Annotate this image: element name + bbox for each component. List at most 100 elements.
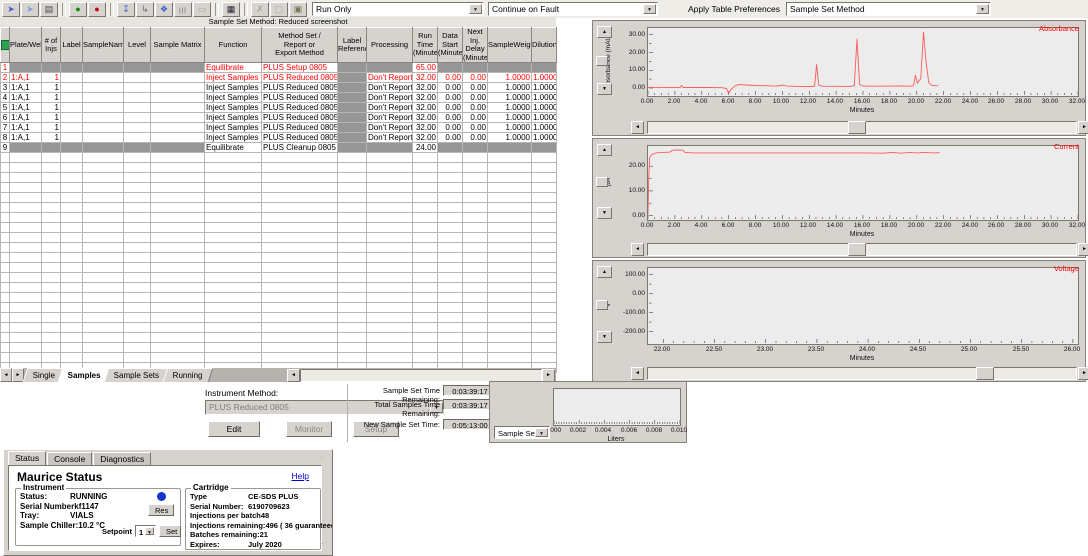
cell[interactable]: [531, 302, 557, 313]
row-number[interactable]: 2: [0, 72, 10, 83]
cell[interactable]: [60, 292, 83, 303]
cell[interactable]: 0.00: [437, 72, 463, 83]
cell[interactable]: 1:A,1: [9, 92, 42, 103]
cell[interactable]: [123, 242, 151, 253]
cell[interactable]: 1.0000: [531, 102, 557, 113]
cell[interactable]: [123, 332, 151, 343]
cell[interactable]: [462, 292, 488, 303]
cell[interactable]: Don't Report: [366, 112, 413, 123]
cell[interactable]: [204, 342, 262, 353]
cell[interactable]: [531, 292, 557, 303]
cell[interactable]: [9, 332, 42, 343]
cell[interactable]: [41, 202, 61, 213]
cell[interactable]: [41, 182, 61, 193]
cell[interactable]: [487, 142, 532, 153]
cell[interactable]: [487, 282, 532, 293]
cell[interactable]: 1.0000: [531, 122, 557, 133]
cell[interactable]: 1.0000: [487, 112, 532, 123]
cell[interactable]: [437, 212, 463, 223]
column-header[interactable]: Next Inj. Delay (Minutes): [462, 27, 488, 63]
cell[interactable]: [60, 312, 83, 323]
cell[interactable]: [487, 332, 532, 343]
cell[interactable]: [82, 182, 124, 193]
cell[interactable]: [412, 312, 438, 323]
cell[interactable]: [337, 312, 367, 323]
cell[interactable]: [150, 222, 205, 233]
cell[interactable]: [462, 162, 488, 173]
cell[interactable]: [531, 282, 557, 293]
cell[interactable]: [204, 292, 262, 303]
column-header[interactable]: Method Set / Report or Export Method: [261, 27, 338, 63]
cell[interactable]: [261, 302, 338, 313]
cell[interactable]: [366, 312, 413, 323]
cell[interactable]: [41, 152, 61, 163]
cell[interactable]: [123, 282, 151, 293]
cell[interactable]: [412, 262, 438, 273]
cell[interactable]: [150, 102, 205, 113]
cell[interactable]: [150, 212, 205, 223]
fill-down-icon[interactable]: ↳: [136, 1, 154, 17]
cell[interactable]: [41, 242, 61, 253]
cell[interactable]: [462, 332, 488, 343]
cell[interactable]: [437, 142, 463, 153]
cell[interactable]: PLUS Setup 0805: [261, 62, 338, 73]
cell[interactable]: 0.00: [437, 102, 463, 113]
cell[interactable]: [9, 322, 42, 333]
cell[interactable]: [366, 262, 413, 273]
cell[interactable]: [60, 62, 83, 73]
cell[interactable]: [204, 192, 262, 203]
start-icon[interactable]: ●: [69, 1, 87, 17]
row-number[interactable]: [0, 342, 10, 353]
cell[interactable]: [337, 222, 367, 233]
cell[interactable]: [366, 152, 413, 163]
cell[interactable]: [150, 82, 205, 93]
cell[interactable]: [531, 142, 557, 153]
cell[interactable]: [261, 202, 338, 213]
cell[interactable]: [261, 242, 338, 253]
cell[interactable]: [531, 352, 557, 363]
cell[interactable]: 1: [41, 82, 61, 93]
cell[interactable]: [261, 292, 338, 303]
cell[interactable]: [123, 352, 151, 363]
cell[interactable]: [487, 182, 532, 193]
cell[interactable]: [462, 222, 488, 233]
cell[interactable]: [204, 332, 262, 343]
cell[interactable]: [41, 312, 61, 323]
row-number[interactable]: [0, 282, 10, 293]
cell[interactable]: [41, 172, 61, 183]
chevron-down-icon[interactable]: ▼: [643, 4, 656, 14]
cell[interactable]: [487, 162, 532, 173]
cell[interactable]: 1:A,1: [9, 112, 42, 123]
column-header[interactable]: Level: [123, 27, 151, 63]
cell[interactable]: [531, 252, 557, 263]
cell[interactable]: [337, 92, 367, 103]
row-number[interactable]: [0, 232, 10, 243]
cell[interactable]: [462, 262, 488, 273]
row-number[interactable]: 9: [0, 142, 10, 153]
fault-mode-dropdown[interactable]: Continue on Fault ▼: [488, 2, 658, 16]
scale-down-button[interactable]: ▼: [597, 207, 612, 219]
cell[interactable]: 1:A,1: [9, 102, 42, 113]
cell[interactable]: [437, 232, 463, 243]
cell[interactable]: 1.0000: [487, 82, 532, 93]
cell[interactable]: [123, 312, 151, 323]
cell[interactable]: [531, 332, 557, 343]
cell[interactable]: [337, 202, 367, 213]
cell[interactable]: [60, 342, 83, 353]
cell[interactable]: [41, 342, 61, 353]
cell[interactable]: [412, 252, 438, 263]
cell[interactable]: [204, 322, 262, 333]
method-icon[interactable]: ❖: [155, 1, 173, 17]
cell[interactable]: [412, 292, 438, 303]
cell[interactable]: [82, 322, 124, 333]
cell[interactable]: [261, 262, 338, 273]
cell[interactable]: [123, 232, 151, 243]
cell[interactable]: [60, 352, 83, 363]
chevron-down-icon[interactable]: ▼: [975, 4, 989, 14]
cell[interactable]: [9, 182, 42, 193]
cell[interactable]: 0.00: [437, 132, 463, 143]
cell[interactable]: [204, 272, 262, 283]
cell[interactable]: [412, 162, 438, 173]
cell[interactable]: [123, 122, 151, 133]
cell[interactable]: [60, 132, 83, 143]
